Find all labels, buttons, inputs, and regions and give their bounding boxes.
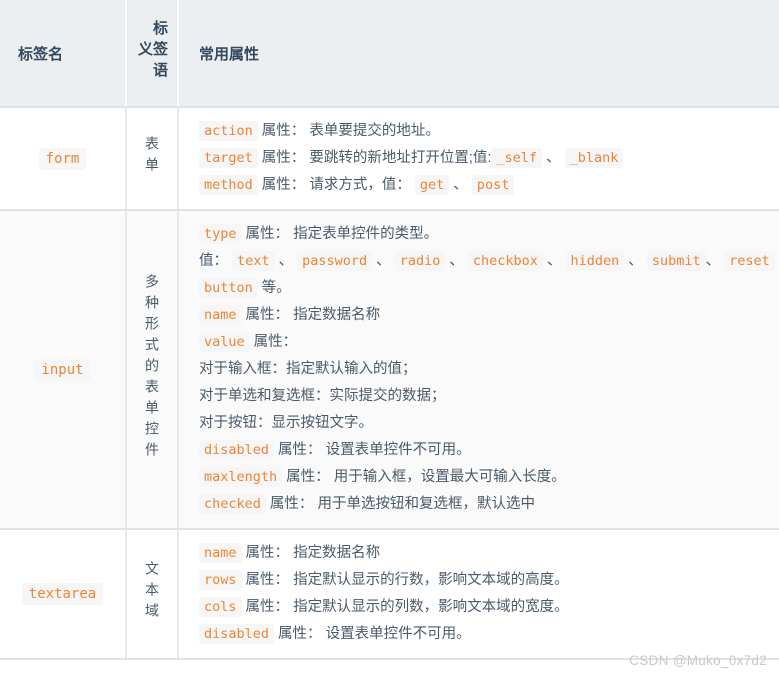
cell-attributes: type 属性： 指定表单控件的类型。值： text 、 password 、 … [178,210,779,529]
cell-semantics: 多种形式的表单控件 [126,210,178,529]
attribute-line: name 属性： 指定数据名称 [199,540,779,567]
line-text: 属性： 用于单选按钮和复选框，默认选中 [266,496,535,512]
code-token: checked [199,494,266,514]
attribute-line: cols 属性： 指定默认显示的列数，影响文本域的宽度。 [199,594,779,621]
attribute-line: 对于输入框：指定默认输入的值； [199,356,779,383]
table-row: input多种形式的表单控件type 属性： 指定表单控件的类型。值： text… [0,210,779,529]
attribute-line: name 属性： 指定数据名称 [199,302,779,329]
code-token: target [199,148,258,168]
table-row: textarea文本域name 属性： 指定数据名称rows 属性： 指定默认显… [0,529,779,659]
attribute-line: target 属性： 要跳转的新地址打开位置;值:_self 、 _blank [199,145,779,172]
code-token: button [199,278,258,298]
cell-semantics: 文本域 [126,529,178,659]
code-token: name [199,543,242,563]
column-header-attributes: 常用属性 [178,0,779,107]
cell-attributes: name 属性： 指定数据名称rows 属性： 指定默认显示的行数，影响文本域的… [178,529,779,659]
tag-name-token: input [34,359,90,381]
code-token: text [232,251,275,271]
line-text: 等。 [258,280,291,296]
line-text: 值： [199,253,232,269]
attribute-line: method 属性： 请求方式，值： get 、 post [199,172,779,199]
column-header-tag-name: 标签名 [0,0,126,107]
line-text: 、 [543,253,566,269]
code-token: _blank [565,148,624,168]
line-text: 、 [706,253,725,269]
line-text: 属性： 指定表单控件的类型。 [242,226,439,242]
line-text: 、 [275,253,298,269]
attribute-line: value 属性： [199,329,779,356]
line-text: 属性： 指定数据名称 [242,307,381,323]
semantics-label: 表单 [145,136,159,178]
line-text: 、 [624,253,647,269]
line-text: 对于按钮：显示按钮文字。 [199,415,373,431]
attribute-line: action 属性： 表单要提交的地址。 [199,118,779,145]
attribute-line: 值： text 、 password 、 radio 、 checkbox 、 … [199,248,779,275]
table-header-row: 标签名 标签语义 常用属性 [0,0,779,107]
column-header-semantics-label: 标签语义 [137,10,167,92]
code-token: submit [647,251,706,271]
column-header-tag-name-label: 标签名 [18,46,63,63]
code-token: reset [724,251,775,271]
attribute-line: rows 属性： 指定默认显示的行数，影响文本域的高度。 [199,567,779,594]
line-text: 属性： 表单要提交的地址。 [258,123,440,139]
line-text: 属性： [250,334,298,350]
cell-tag-name: input [0,210,126,529]
attribute-line: button 等。 [199,275,779,302]
line-text: 对于单选和复选框：实际提交的数据； [199,388,446,404]
attribute-line: maxlength 属性： 用于输入框，设置最大可输入长度。 [199,464,779,491]
table-header: 标签名 标签语义 常用属性 [0,0,779,107]
code-token: maxlength [199,467,282,487]
line-text: 属性： 用于输入框，设置最大可输入长度。 [282,469,566,485]
code-token: disabled [199,624,274,644]
code-token: cols [199,597,242,617]
semantics-label: 多种形式的表单控件 [145,274,159,463]
code-token: checkbox [468,251,543,271]
line-text: 属性： 指定数据名称 [242,545,381,561]
attribute-line: type 属性： 指定表单控件的类型。 [199,221,779,248]
line-text: 、 [372,253,395,269]
code-token: action [199,121,258,141]
line-text: 属性： 指定默认显示的列数，影响文本域的宽度。 [242,599,569,615]
code-token: radio [395,251,446,271]
attribute-line: checked 属性： 用于单选按钮和复选框，默认选中 [199,491,779,518]
code-token: get [415,175,449,195]
line-text: 属性： 要跳转的新地址打开位置;值: [258,150,492,166]
semantics-label: 文本域 [145,561,159,624]
attribute-line: disabled 属性： 设置表单控件不可用。 [199,437,779,464]
code-token: hidden [566,251,625,271]
line-text: 、 [445,253,468,269]
code-token: name [199,305,242,325]
code-token: disabled [199,440,274,460]
line-text: 属性： 指定默认显示的行数，影响文本域的高度。 [242,572,569,588]
attribute-line: disabled 属性： 设置表单控件不可用。 [199,621,779,648]
line-text: 属性： 设置表单控件不可用。 [274,442,471,458]
code-token: method [199,175,258,195]
attribute-line: 对于单选和复选框：实际提交的数据； [199,383,779,410]
tag-name-token: form [39,148,87,170]
tag-name-token: textarea [22,583,103,605]
line-text: 、 [542,150,565,166]
code-token: post [472,175,515,195]
line-text: 、 [449,177,472,193]
column-header-semantics: 标签语义 [126,0,178,107]
table-row: form表单action 属性： 表单要提交的地址。target 属性： 要跳转… [0,107,779,210]
line-text: 对于输入框：指定默认输入的值； [199,361,417,377]
code-token: _self [491,148,542,168]
cell-attributes: action 属性： 表单要提交的地址。target 属性： 要跳转的新地址打开… [178,107,779,210]
code-token: value [199,332,250,352]
code-token: type [199,224,242,244]
code-token: rows [199,570,242,590]
attribute-line: 对于按钮：显示按钮文字。 [199,410,779,437]
line-text: 属性： 请求方式，值： [258,177,415,193]
attribute-reference-table-container: 标签名 标签语义 常用属性 form 表单 action 属性： 表单要提交的地址。… [0,0,779,678]
code-token: password [297,251,372,271]
cell-tag-name: textarea [0,529,126,659]
html-form-attributes-table: 标签名 标签语义 常用属性 form 表单 action 属性： 表单要提交的地址。… [0,0,779,660]
line-text: 属性： 设置表单控件不可用。 [274,626,471,642]
cell-semantics: 表单 [126,107,178,210]
table-body: form表单action 属性： 表单要提交的地址。target 属性： 要跳转… [0,107,779,659]
column-header-attributes-label: 常用属性 [199,46,259,63]
cell-tag-name: form [0,107,126,210]
